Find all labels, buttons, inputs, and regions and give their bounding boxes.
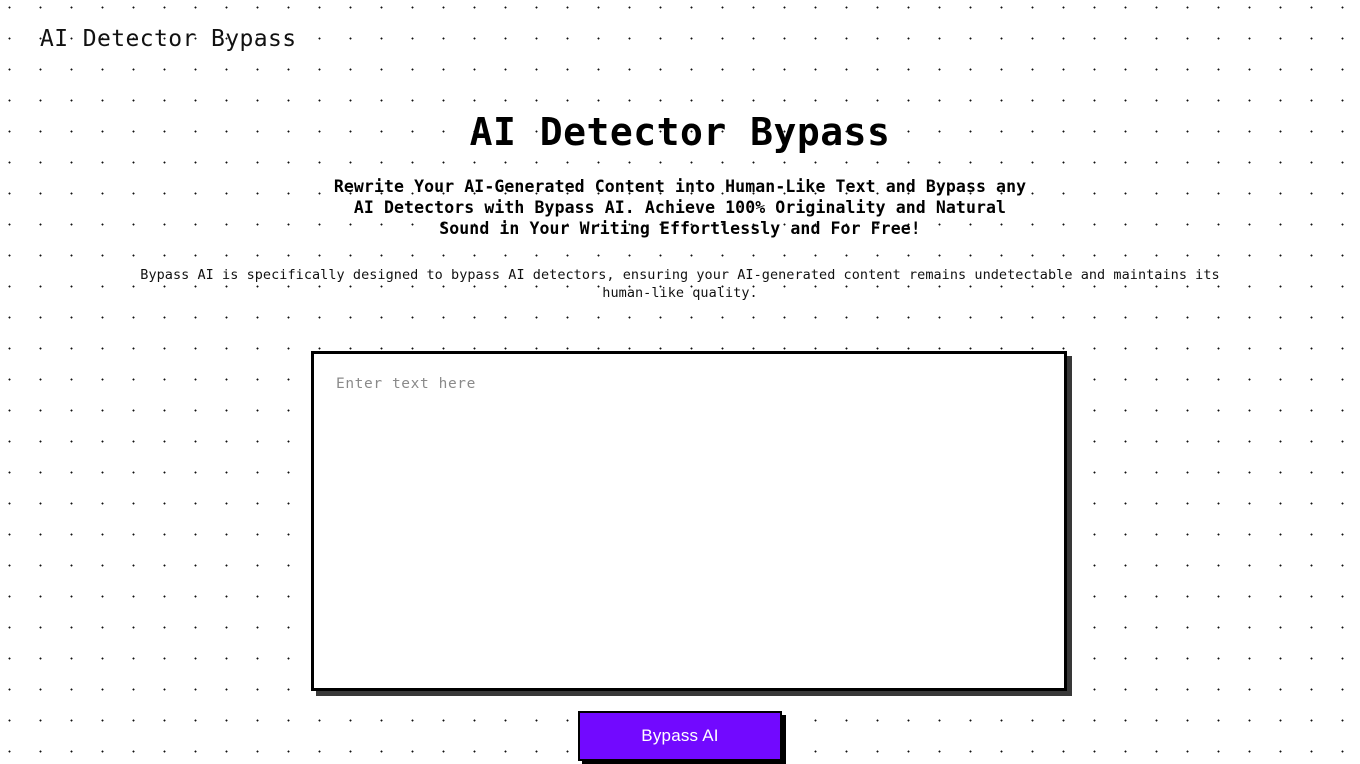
page-title: AI Detector Bypass — [469, 110, 891, 154]
text-editor-container — [311, 351, 1067, 691]
bypass-ai-button[interactable]: Bypass AI — [578, 711, 782, 761]
top-navigation-bar: AI Detector Bypass — [0, 0, 1360, 78]
action-row: Bypass AI — [0, 711, 1360, 761]
hero-subtitle: Rewrite Your AI-Generated Content into H… — [333, 176, 1027, 238]
hero-section: AI Detector Bypass Rewrite Your AI-Gener… — [0, 108, 1360, 303]
content-input-textarea[interactable] — [311, 351, 1067, 691]
hero-description: Bypass AI is specifically designed to by… — [140, 266, 1220, 302]
site-brand-title[interactable]: AI Detector Bypass — [40, 27, 296, 51]
